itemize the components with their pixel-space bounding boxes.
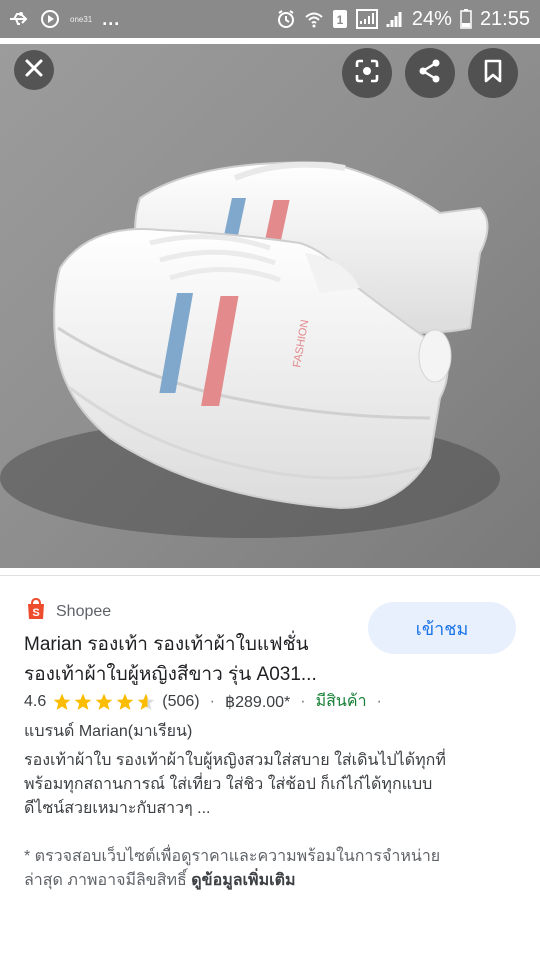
svg-text:1: 1 [337, 13, 344, 27]
svg-text:S: S [32, 607, 39, 619]
more-notifications: ... [102, 8, 121, 29]
brand-line: แบรนด์ Marian(มาเรียน) [24, 723, 193, 740]
usb-icon [8, 10, 30, 28]
shopee-logo-icon: S [26, 597, 46, 625]
star-icon [74, 693, 92, 710]
description-line: รองเท้าผ้าใบ รองเท้าผ้าใบผู้หญิงสวมใส่สบ… [24, 752, 446, 769]
review-count: (506) [162, 692, 200, 710]
clock-time: 21:55 [479, 7, 530, 30]
description: รองเท้าผ้าใบ รองเท้าผ้าใบผู้หญิงสวมใส่สบ… [24, 749, 524, 821]
rating-row: 4.6 (506) · ฿289.00* · มีสินค้า · [24, 689, 386, 714]
status-left: one31 ... [8, 0, 120, 38]
title-line-1: Marian รองเท้า รองเท้าผ้าใบแฟชั่น [24, 634, 309, 655]
title-line-2: รองเท้าผ้าใบผู้หญิงสีขาว รุ่น A031... [24, 664, 317, 685]
status-right: 1 24% 21:55 [276, 0, 530, 38]
description-line: พร้อมทุกสถานการณ์ ใส่เที่ยว ใส่ชิว ใส่ช้… [24, 776, 433, 793]
save-button[interactable] [468, 48, 518, 98]
star-icon [53, 693, 71, 710]
more-info-link[interactable]: ดูข้อมูลเพิ่มเติม [191, 872, 295, 889]
sim-1-icon: 1 [332, 9, 348, 29]
separator: · [376, 692, 382, 710]
disclaimer-text: ล่าสุด ภาพอาจมีลิขสิทธิ์ [24, 872, 187, 889]
star-rating [52, 692, 156, 712]
lens-button[interactable] [342, 48, 392, 98]
source-name: Shopee [56, 602, 112, 620]
star-half-icon [137, 693, 155, 710]
battery-icon [460, 9, 472, 29]
signal-icon [386, 10, 404, 28]
wifi-icon [304, 9, 324, 29]
disclaimer-line: * ตรวจสอบเว็บไซต์เพื่อดูราคาและความพร้อม… [24, 848, 441, 865]
availability: มีสินค้า [315, 693, 367, 710]
divider [0, 575, 540, 576]
lens-icon [354, 58, 380, 89]
result-image[interactable]: FASHION [0, 38, 540, 568]
signal-box-icon [355, 9, 378, 29]
price: ฿289.00* [224, 693, 291, 711]
image-top-edge [0, 38, 540, 44]
bookmark-icon [483, 59, 503, 88]
tv-label: one31 [70, 14, 93, 24]
disclaimer: * ตรวจสอบเว็บไซต์เพื่อดูราคาและความพร้อม… [24, 845, 524, 893]
close-icon [24, 58, 44, 83]
sneakers-photo: FASHION [0, 38, 540, 568]
source-row[interactable]: S Shopee [26, 597, 112, 625]
close-button[interactable] [14, 50, 54, 90]
disclaimer-line-2: ล่าสุด ภาพอาจมีลิขสิทธิ์ ดูข้อมูลเพิ่มเต… [24, 869, 524, 893]
rating-value: 4.6 [24, 692, 47, 710]
separator: · [300, 692, 306, 710]
status-bar: one31 ... 1 24% 21:55 [0, 0, 540, 38]
alarm-icon [276, 9, 296, 29]
share-icon [417, 58, 443, 89]
battery-percent: 24% [411, 7, 452, 30]
visit-button[interactable]: เข้าชม [368, 602, 516, 654]
star-icon [116, 693, 134, 710]
star-icon [95, 693, 113, 710]
separator: · [209, 692, 215, 710]
result-title[interactable]: Marian รองเท้า รองเท้าผ้าใบแฟชั่น รองเท้… [24, 630, 364, 690]
share-button[interactable] [405, 48, 455, 98]
description-line: ดีไซน์สวยเหมาะกับสาวๆ ... [24, 800, 211, 817]
play-icon [40, 9, 60, 29]
